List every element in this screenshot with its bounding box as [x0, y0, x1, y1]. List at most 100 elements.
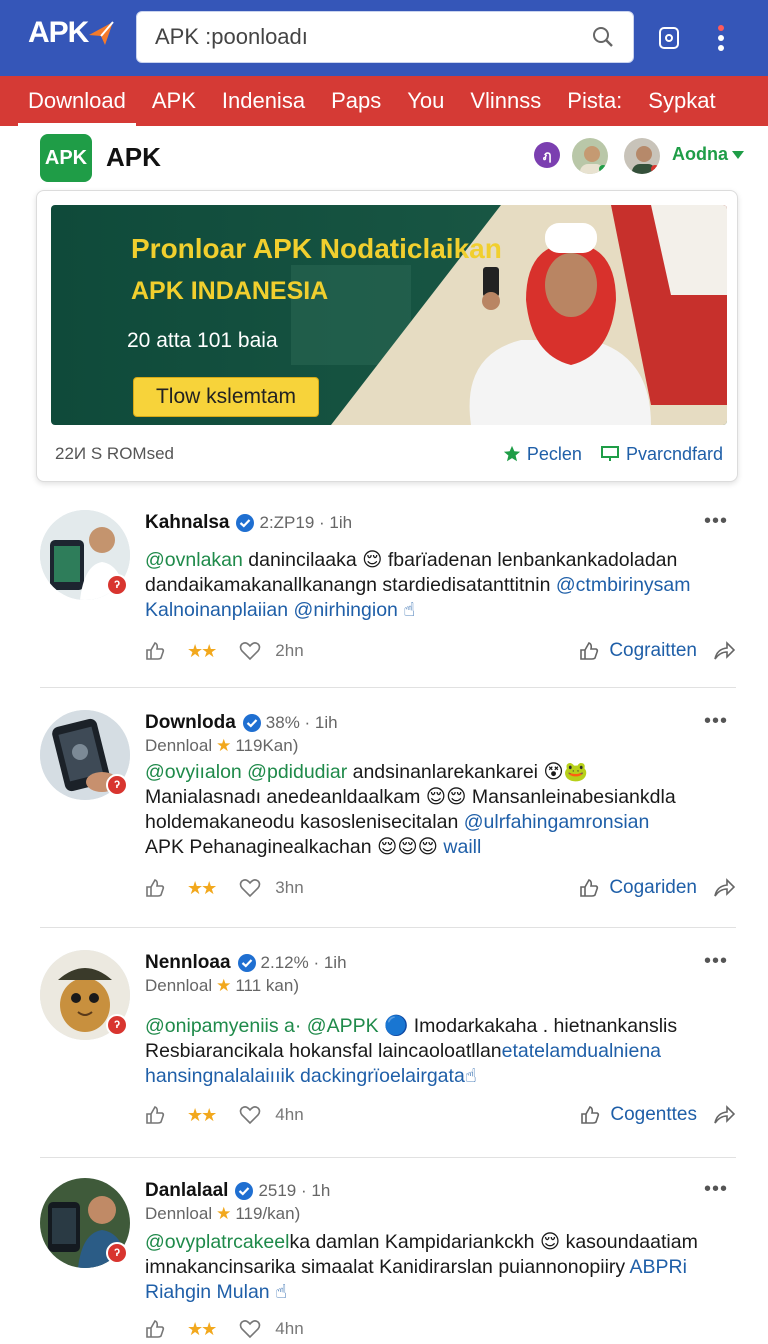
- share-icon[interactable]: [713, 878, 735, 898]
- apk-logo[interactable]: APK: [28, 16, 116, 50]
- post-text: danincilaaka 😌 fbarïadenan lenbankankado…: [242, 549, 678, 571]
- user-avatar-1[interactable]: [570, 136, 610, 176]
- search-value[interactable]: APK :poonloadı: [155, 24, 591, 50]
- favorite-action[interactable]: 4hn: [239, 1319, 304, 1339]
- post-category: Dennloal: [145, 976, 213, 995]
- mention-link[interactable]: @ovyplatrcakeel: [145, 1231, 289, 1253]
- post-card: ʔ Kahnalsa 2:ZP19 · 1ih ••• @ovnlakan da…: [40, 510, 736, 688]
- post-size: 119/kan): [235, 1204, 301, 1223]
- mention-link[interactable]: Kalnoinanplaiian @nirhingion ☝: [145, 599, 415, 621]
- banner-cta-button[interactable]: Tlow kslemtam: [133, 377, 319, 417]
- post-author[interactable]: Nennloaa: [145, 952, 231, 974]
- banner-link-2-label: Pvarcndfard: [625, 443, 723, 464]
- comment-label: Cograitten: [609, 640, 697, 661]
- post-header: Kahnalsa 2:ZP19 · 1ih: [145, 510, 352, 536]
- post-author[interactable]: Downloda: [145, 712, 236, 734]
- banner-footer-text: 22И S ROMsed: [55, 444, 174, 463]
- mention-link[interactable]: etatelamdualniena: [502, 1040, 661, 1062]
- post-author[interactable]: Danlalaal: [145, 1180, 228, 1202]
- promo-card: Pronloar APK Nodaticlaikan APK INDANESIA…: [36, 190, 738, 482]
- promo-banner[interactable]: Pronloar APK Nodaticlaikan APK INDANESIA…: [51, 205, 727, 425]
- comment-label: Cogenttes: [610, 1104, 697, 1125]
- share-icon[interactable]: [713, 641, 735, 661]
- tab-indenisa[interactable]: Indenisa: [222, 76, 305, 126]
- like-icon[interactable]: [145, 641, 165, 661]
- tab-you[interactable]: You: [407, 76, 444, 126]
- plane-icon: [89, 21, 115, 45]
- post-text: Manialasnadı anedeanldaalkam 😌😌 Mansanle…: [145, 786, 676, 808]
- heart-icon: [239, 1320, 261, 1339]
- tab-paps[interactable]: Paps: [331, 76, 381, 126]
- mention-link[interactable]: @onipamyeniis a· @APPK: [145, 1015, 379, 1037]
- favorite-action[interactable]: 2hn: [239, 641, 304, 661]
- heart-icon: [239, 1106, 261, 1125]
- avatar-badge: ʔ: [106, 574, 128, 596]
- post-text: ka damlan Kampidariankckh 😌 kasoundaatia…: [289, 1231, 698, 1253]
- heart-icon: [239, 642, 261, 661]
- banner-link-1[interactable]: Peclen: [503, 444, 582, 465]
- mention-link[interactable]: @ovnlakan: [145, 549, 243, 571]
- post-text: imnakancinsarika simaalat Kanidirarslan …: [145, 1256, 630, 1278]
- star-icon: [503, 445, 520, 462]
- mention-link[interactable]: @ctmbirinysam: [556, 574, 691, 596]
- post-actions: ★★ 3hn Cogariden: [145, 873, 735, 903]
- tab-pista[interactable]: Pista:: [567, 76, 622, 126]
- notification-badge[interactable]: ฦ: [534, 142, 560, 168]
- tab-sypkat[interactable]: Sypkat: [648, 76, 715, 126]
- like-icon[interactable]: [145, 878, 165, 898]
- mention-link[interactable]: Riahgin Mulan ☝: [145, 1281, 287, 1303]
- avatar-badge: ʔ: [106, 1014, 128, 1036]
- notification-button[interactable]: [654, 20, 684, 56]
- post-subtitle: Dennloal ★ 111 kan): [145, 976, 299, 996]
- post-body: @ovyiıalon @pdidudiar andsinanlarekankar…: [145, 760, 735, 860]
- verified-icon: [242, 714, 261, 732]
- post-actions: ★★ 4hn: [145, 1314, 735, 1344]
- app-icon[interactable]: APK: [40, 134, 92, 182]
- like-icon[interactable]: [145, 1319, 165, 1339]
- more-options-icon[interactable]: •••: [704, 510, 728, 533]
- rating-stars: ★★: [187, 1318, 217, 1339]
- search-input[interactable]: APK :poonloadı: [136, 11, 634, 63]
- post-meta: 2519 · 1h: [258, 1181, 331, 1200]
- banner-link-2[interactable]: Pvarcndfard: [600, 444, 723, 465]
- share-icon[interactable]: [713, 1105, 735, 1125]
- search-icon[interactable]: [591, 25, 615, 49]
- favorite-action[interactable]: 4hn: [239, 1105, 304, 1125]
- mention-link[interactable]: hansingnalalaiııik dackingrïoelairgata☝: [145, 1065, 477, 1087]
- post-author[interactable]: Kahnalsa: [145, 512, 229, 534]
- mention-link[interactable]: waill: [443, 836, 481, 858]
- favorite-action[interactable]: 3hn: [239, 878, 304, 898]
- thumbs-up-icon: [580, 642, 599, 660]
- user-avatar-2[interactable]: [622, 136, 662, 176]
- comment-label: Cogariden: [609, 877, 697, 898]
- post-meta: 38% · 1ih: [265, 713, 338, 732]
- comment-button[interactable]: Cogariden: [579, 877, 697, 899]
- person-avatar-icon: [624, 138, 660, 174]
- brand-row: APK APK ฦ Aodna: [0, 126, 768, 188]
- mention-link[interactable]: ABPRi: [630, 1256, 687, 1278]
- tab-apk[interactable]: APK: [152, 76, 196, 126]
- banner-subtext: 20 atta 101 baia: [127, 329, 278, 352]
- post-meta: 2:ZP19 · 1ih: [259, 513, 353, 532]
- more-options-icon[interactable]: •••: [704, 950, 728, 973]
- rating-stars: ★★: [187, 1104, 217, 1125]
- mention-link[interactable]: @ovyiıalon @pdidudiar: [145, 761, 347, 783]
- more-options-icon[interactable]: •••: [704, 1178, 728, 1201]
- more-options-icon[interactable]: •••: [704, 710, 728, 733]
- tab-vlinnss[interactable]: Vlinnss: [470, 76, 541, 126]
- thumbs-up-icon: [581, 1106, 600, 1124]
- more-menu-button[interactable]: [706, 20, 736, 56]
- post-subtitle: Dennloal ★ 119/kan): [145, 1204, 300, 1224]
- comment-button[interactable]: Cogenttes: [580, 1104, 697, 1126]
- tab-download[interactable]: Download: [18, 76, 136, 126]
- more-vertical-icon: [718, 25, 724, 51]
- bell-icon: [659, 27, 679, 49]
- mention-link[interactable]: @ulrfahingamronsian: [464, 811, 650, 833]
- comment-button[interactable]: Cograitten: [579, 640, 697, 662]
- post-size: 111 kan): [235, 976, 299, 995]
- top-app-bar: APK APK :poonloadı: [0, 0, 768, 76]
- like-icon[interactable]: [145, 1105, 165, 1125]
- post-text: holdemakaneodu kasoslenisecitalan: [145, 811, 464, 833]
- star-icon: ★: [216, 736, 232, 755]
- account-dropdown[interactable]: Aodna: [672, 144, 745, 165]
